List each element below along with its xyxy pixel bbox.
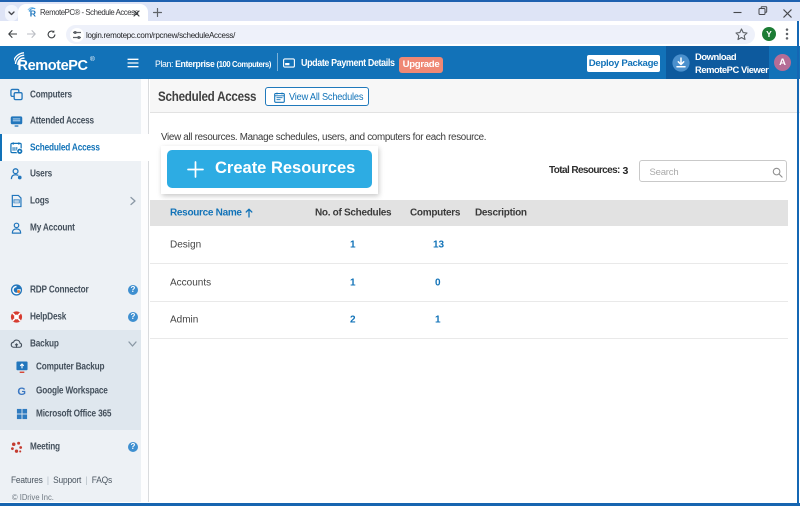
svg-text:RemotePC: RemotePC [18,58,89,74]
svg-text:R: R [29,9,36,18]
svg-text:®: ® [90,55,95,63]
svg-text:G: G [17,386,26,397]
